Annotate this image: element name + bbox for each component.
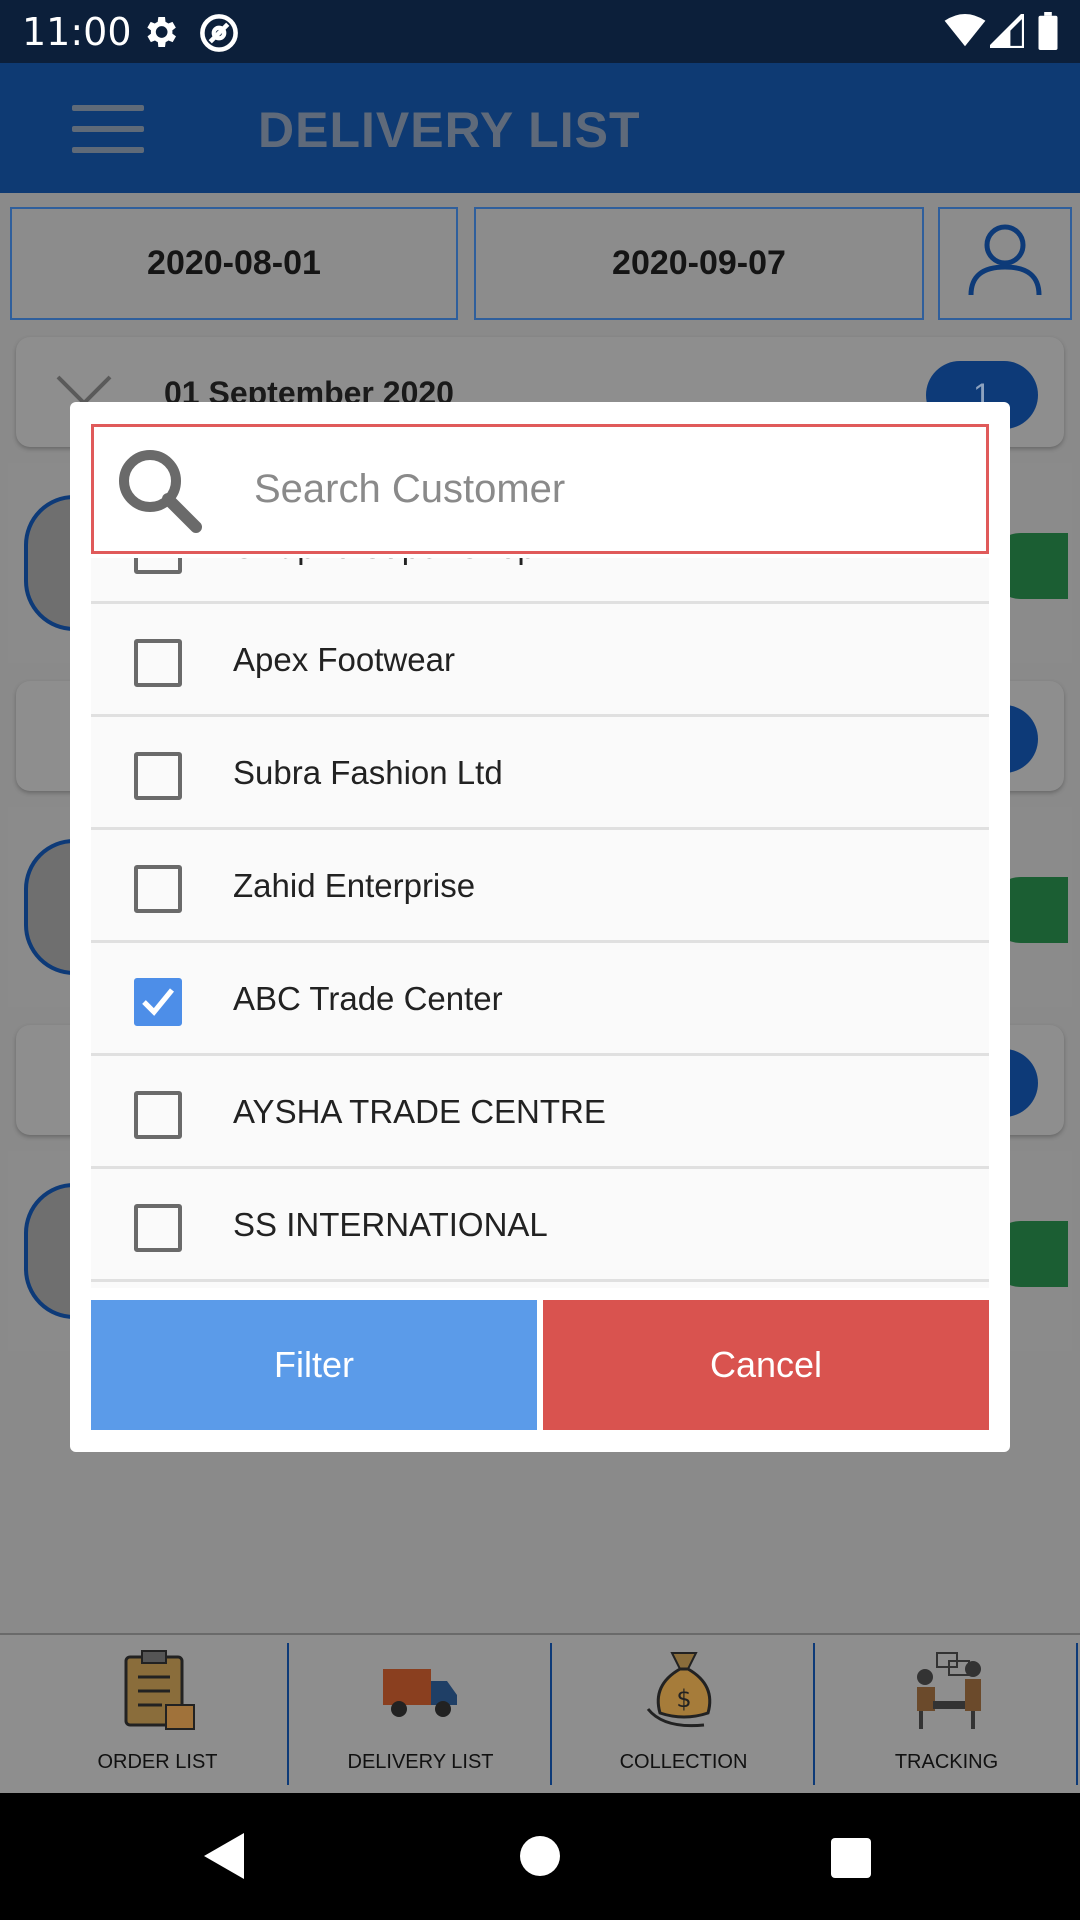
checkbox[interactable]	[134, 1204, 182, 1252]
end-date-button[interactable]: 2020-09-07	[474, 207, 924, 320]
search-icon	[116, 447, 204, 540]
customer-list-item[interactable]: SS INTERNATIONAL	[91, 1172, 989, 1282]
wifi-icon	[944, 14, 986, 53]
cellular-signal-icon	[984, 8, 1027, 53]
settings-gear-icon	[140, 12, 180, 57]
customer-list-item[interactable]: Swapno Super Shop	[91, 558, 989, 604]
nav-tracking[interactable]: TRACKING	[815, 1641, 1078, 1783]
customer-name: Swapno Super Shop	[233, 558, 536, 566]
system-navigation-bar	[0, 1793, 1080, 1920]
checkbox[interactable]	[134, 558, 182, 574]
filter-button[interactable]: Filter	[91, 1300, 537, 1430]
at-sign-icon	[198, 12, 240, 59]
clipboard-icon	[118, 1649, 198, 1738]
nav-delivery-list[interactable]: DELIVERY LIST	[289, 1641, 552, 1783]
customer-list-item[interactable]: Subra Fashion Ltd	[91, 720, 989, 830]
customer-list-item[interactable]: AYSHA TRADE CENTRE	[91, 1059, 989, 1169]
user-icon	[965, 219, 1045, 308]
customer-name: Zahid Enterprise	[233, 867, 476, 904]
customer-name: ABC Trade Center	[233, 980, 503, 1017]
back-icon[interactable]	[204, 1833, 244, 1884]
nav-collection[interactable]: $ COLLECTION	[552, 1641, 815, 1783]
start-date-button[interactable]: 2020-08-01	[10, 207, 458, 320]
nav-label: TRACKING	[894, 1751, 999, 1773]
customer-name: SS INTERNATIONAL	[233, 1206, 548, 1243]
checkbox[interactable]	[134, 1091, 182, 1139]
svg-text:$: $	[676, 1685, 691, 1713]
truck-icon	[381, 1661, 461, 1726]
status-time: 11:00	[22, 10, 132, 54]
checkbox[interactable]	[134, 865, 182, 913]
page-title: DELIVERY LIST	[258, 102, 641, 158]
bottom-navigation: ORDER LIST DELIVERY LIST $ COLLECTION TR…	[0, 1633, 1080, 1793]
customer-list-item[interactable]: ABC Trade Center	[91, 946, 989, 1056]
app-bar: DELIVERY LIST	[0, 63, 1080, 193]
customer-filter-button[interactable]	[938, 207, 1072, 320]
customer-list-item[interactable]: Apex Footwear	[91, 607, 989, 717]
nav-divider	[1076, 1643, 1078, 1785]
status-bar: 11:00	[0, 0, 1080, 63]
customer-list-item[interactable]: Zahid Enterprise	[91, 833, 989, 943]
customer-name: Subra Fashion Ltd	[233, 754, 503, 791]
home-icon[interactable]	[520, 1836, 560, 1881]
cancel-button[interactable]: Cancel	[543, 1300, 989, 1430]
people-desk-icon	[905, 1649, 989, 1738]
customer-list[interactable]: Swapno Super Shop Apex Footwear Subra Fa…	[91, 558, 989, 1288]
search-input[interactable]	[254, 457, 954, 521]
hamburger-menu-icon[interactable]	[72, 105, 144, 153]
nav-label: COLLECTION	[619, 1751, 748, 1773]
battery-icon	[1038, 12, 1058, 55]
checkbox-checked[interactable]	[134, 978, 182, 1026]
customer-name: AYSHA TRADE CENTRE	[233, 1093, 606, 1130]
money-bag-icon: $	[644, 1649, 724, 1738]
customer-name: Apex Footwear	[233, 641, 455, 678]
checkbox[interactable]	[134, 752, 182, 800]
search-box	[91, 424, 989, 554]
recents-icon[interactable]	[831, 1838, 871, 1883]
checkbox[interactable]	[134, 639, 182, 687]
nav-order-list[interactable]: ORDER LIST	[26, 1641, 289, 1783]
nav-label: ORDER LIST	[97, 1751, 218, 1773]
customer-filter-dialog: Swapno Super Shop Apex Footwear Subra Fa…	[70, 402, 1010, 1452]
nav-label: DELIVERY LIST	[347, 1751, 494, 1773]
